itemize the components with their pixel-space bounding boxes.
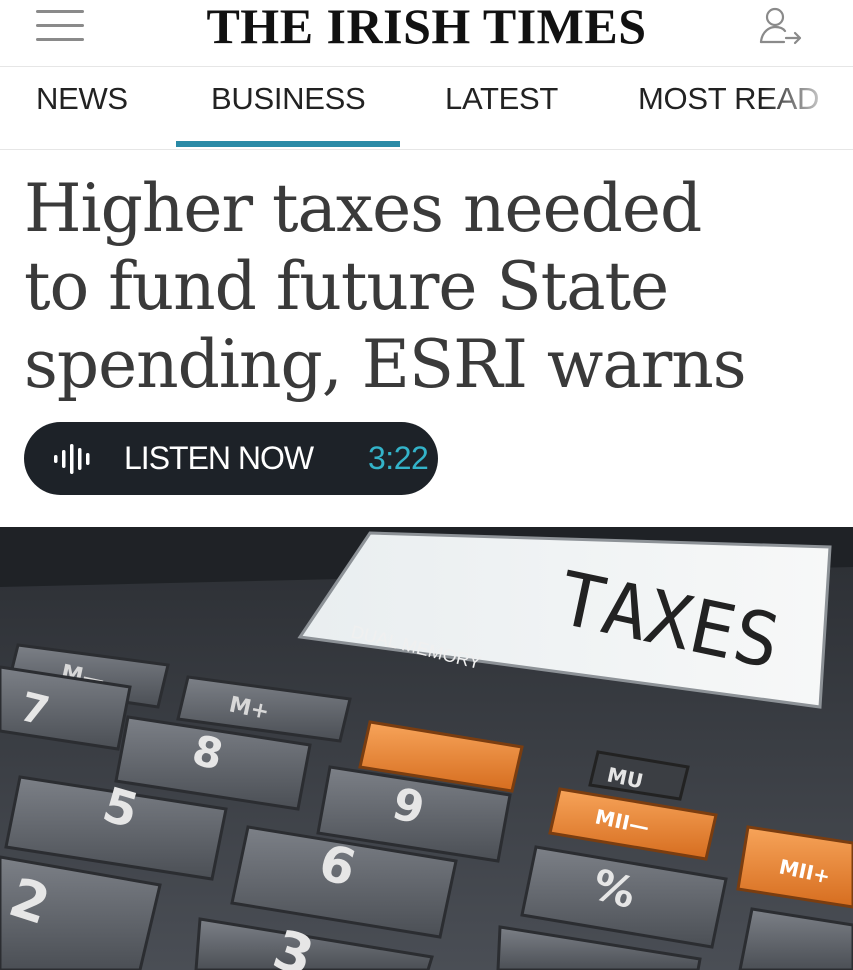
section-nav: NEWS BUSINESS LATEST MOST READ: [0, 66, 853, 150]
nav-tab-most-read[interactable]: MOST READ: [638, 81, 819, 117]
audio-wave-icon: [54, 444, 90, 474]
nav-tab-business[interactable]: BUSINESS: [211, 81, 366, 117]
headline-line: spending, ESRI warns: [24, 326, 747, 403]
listen-now-label: LISTEN NOW: [124, 440, 314, 476]
article-lead-image[interactable]: TAXES DUAL MEMORY M— M+ MU MII— MII+ 7 8…: [0, 527, 853, 970]
masthead-logo[interactable]: THE IRISH TIMES: [0, 0, 853, 52]
nav-tab-news[interactable]: NEWS: [36, 81, 128, 117]
article-headline: Higher taxes needed to fund future State…: [24, 170, 844, 404]
calculator-illustration: TAXES DUAL MEMORY M— M+ MU MII— MII+ 7 8…: [0, 527, 853, 970]
headline-line: to fund future State: [24, 248, 669, 325]
listen-now-button[interactable]: LISTEN NOW 3:22: [24, 422, 438, 495]
user-arrow-icon[interactable]: [758, 6, 806, 48]
headline-line: Higher taxes needed: [24, 170, 702, 247]
active-tab-indicator: [176, 141, 400, 147]
app-header: THE IRISH TIMES: [0, 0, 853, 66]
audio-duration: 3:22: [368, 440, 429, 476]
nav-tab-latest[interactable]: LATEST: [445, 81, 558, 117]
